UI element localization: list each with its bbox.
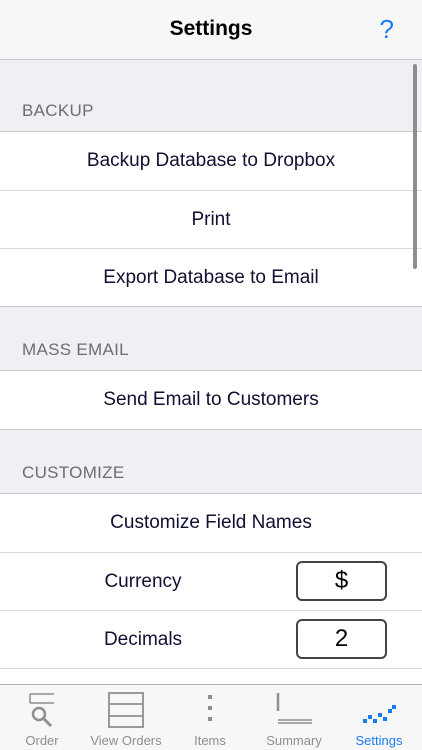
tab-label: View Orders <box>90 733 162 748</box>
magnifier-list-icon <box>27 691 57 734</box>
tab-order[interactable]: Order <box>0 685 84 750</box>
section-header-customize: CUSTOMIZE <box>0 430 422 494</box>
customize-field-names-button[interactable]: Customize Field Names <box>0 494 422 552</box>
page-title: Settings <box>169 17 253 40</box>
tab-label: Order <box>25 733 59 748</box>
tab-view-orders[interactable]: View Orders <box>84 685 168 750</box>
tab-label: Settings <box>355 733 403 748</box>
tab-label: Items <box>194 733 226 748</box>
navigation-bar: Settings ? <box>0 0 422 60</box>
decimals-label: Decimals <box>103 628 183 650</box>
section-header-backup: BACKUP <box>0 60 422 132</box>
export-email-button[interactable]: Export Database to Email <box>0 248 422 306</box>
currency-row: Currency $ <box>0 552 422 610</box>
decimals-field[interactable]: 2 <box>296 619 387 659</box>
tab-summary[interactable]: Summary <box>252 685 336 750</box>
print-button[interactable]: Print <box>0 190 422 248</box>
section-header-label: CUSTOMIZE <box>22 463 125 482</box>
tab-items[interactable]: Items <box>168 685 252 750</box>
grid-table-icon <box>107 691 145 734</box>
tab-bar: Order View Orders Items Summary Settings <box>0 684 422 750</box>
mass-email-group: Send Email to Customers <box>0 371 422 430</box>
vertical-dots-icon <box>205 691 215 734</box>
section-header-mass-email: MASS EMAIL <box>0 307 422 371</box>
customize-group: Customize Field Names Currency $ Decimal… <box>0 494 422 684</box>
settings-list[interactable]: BACKUP Backup Database to Dropbox Print … <box>0 60 422 684</box>
tab-label: Summary <box>266 733 322 748</box>
scrollbar[interactable] <box>413 64 417 269</box>
list-item[interactable] <box>0 668 422 684</box>
section-header-label: MASS EMAIL <box>22 340 129 359</box>
tab-settings[interactable]: Settings <box>336 685 422 750</box>
currency-field[interactable]: $ <box>296 561 387 601</box>
decimals-row: Decimals 2 <box>0 610 422 668</box>
summary-lines-icon <box>274 691 314 734</box>
currency-label: Currency <box>104 570 182 592</box>
backup-dropbox-button[interactable]: Backup Database to Dropbox <box>0 132 422 190</box>
help-button[interactable]: ? <box>380 14 394 45</box>
send-email-customers-button[interactable]: Send Email to Customers <box>0 371 422 429</box>
settings-checks-icon <box>361 691 397 734</box>
backup-group: Backup Database to Dropbox Print Export … <box>0 132 422 307</box>
section-header-label: BACKUP <box>22 101 94 120</box>
